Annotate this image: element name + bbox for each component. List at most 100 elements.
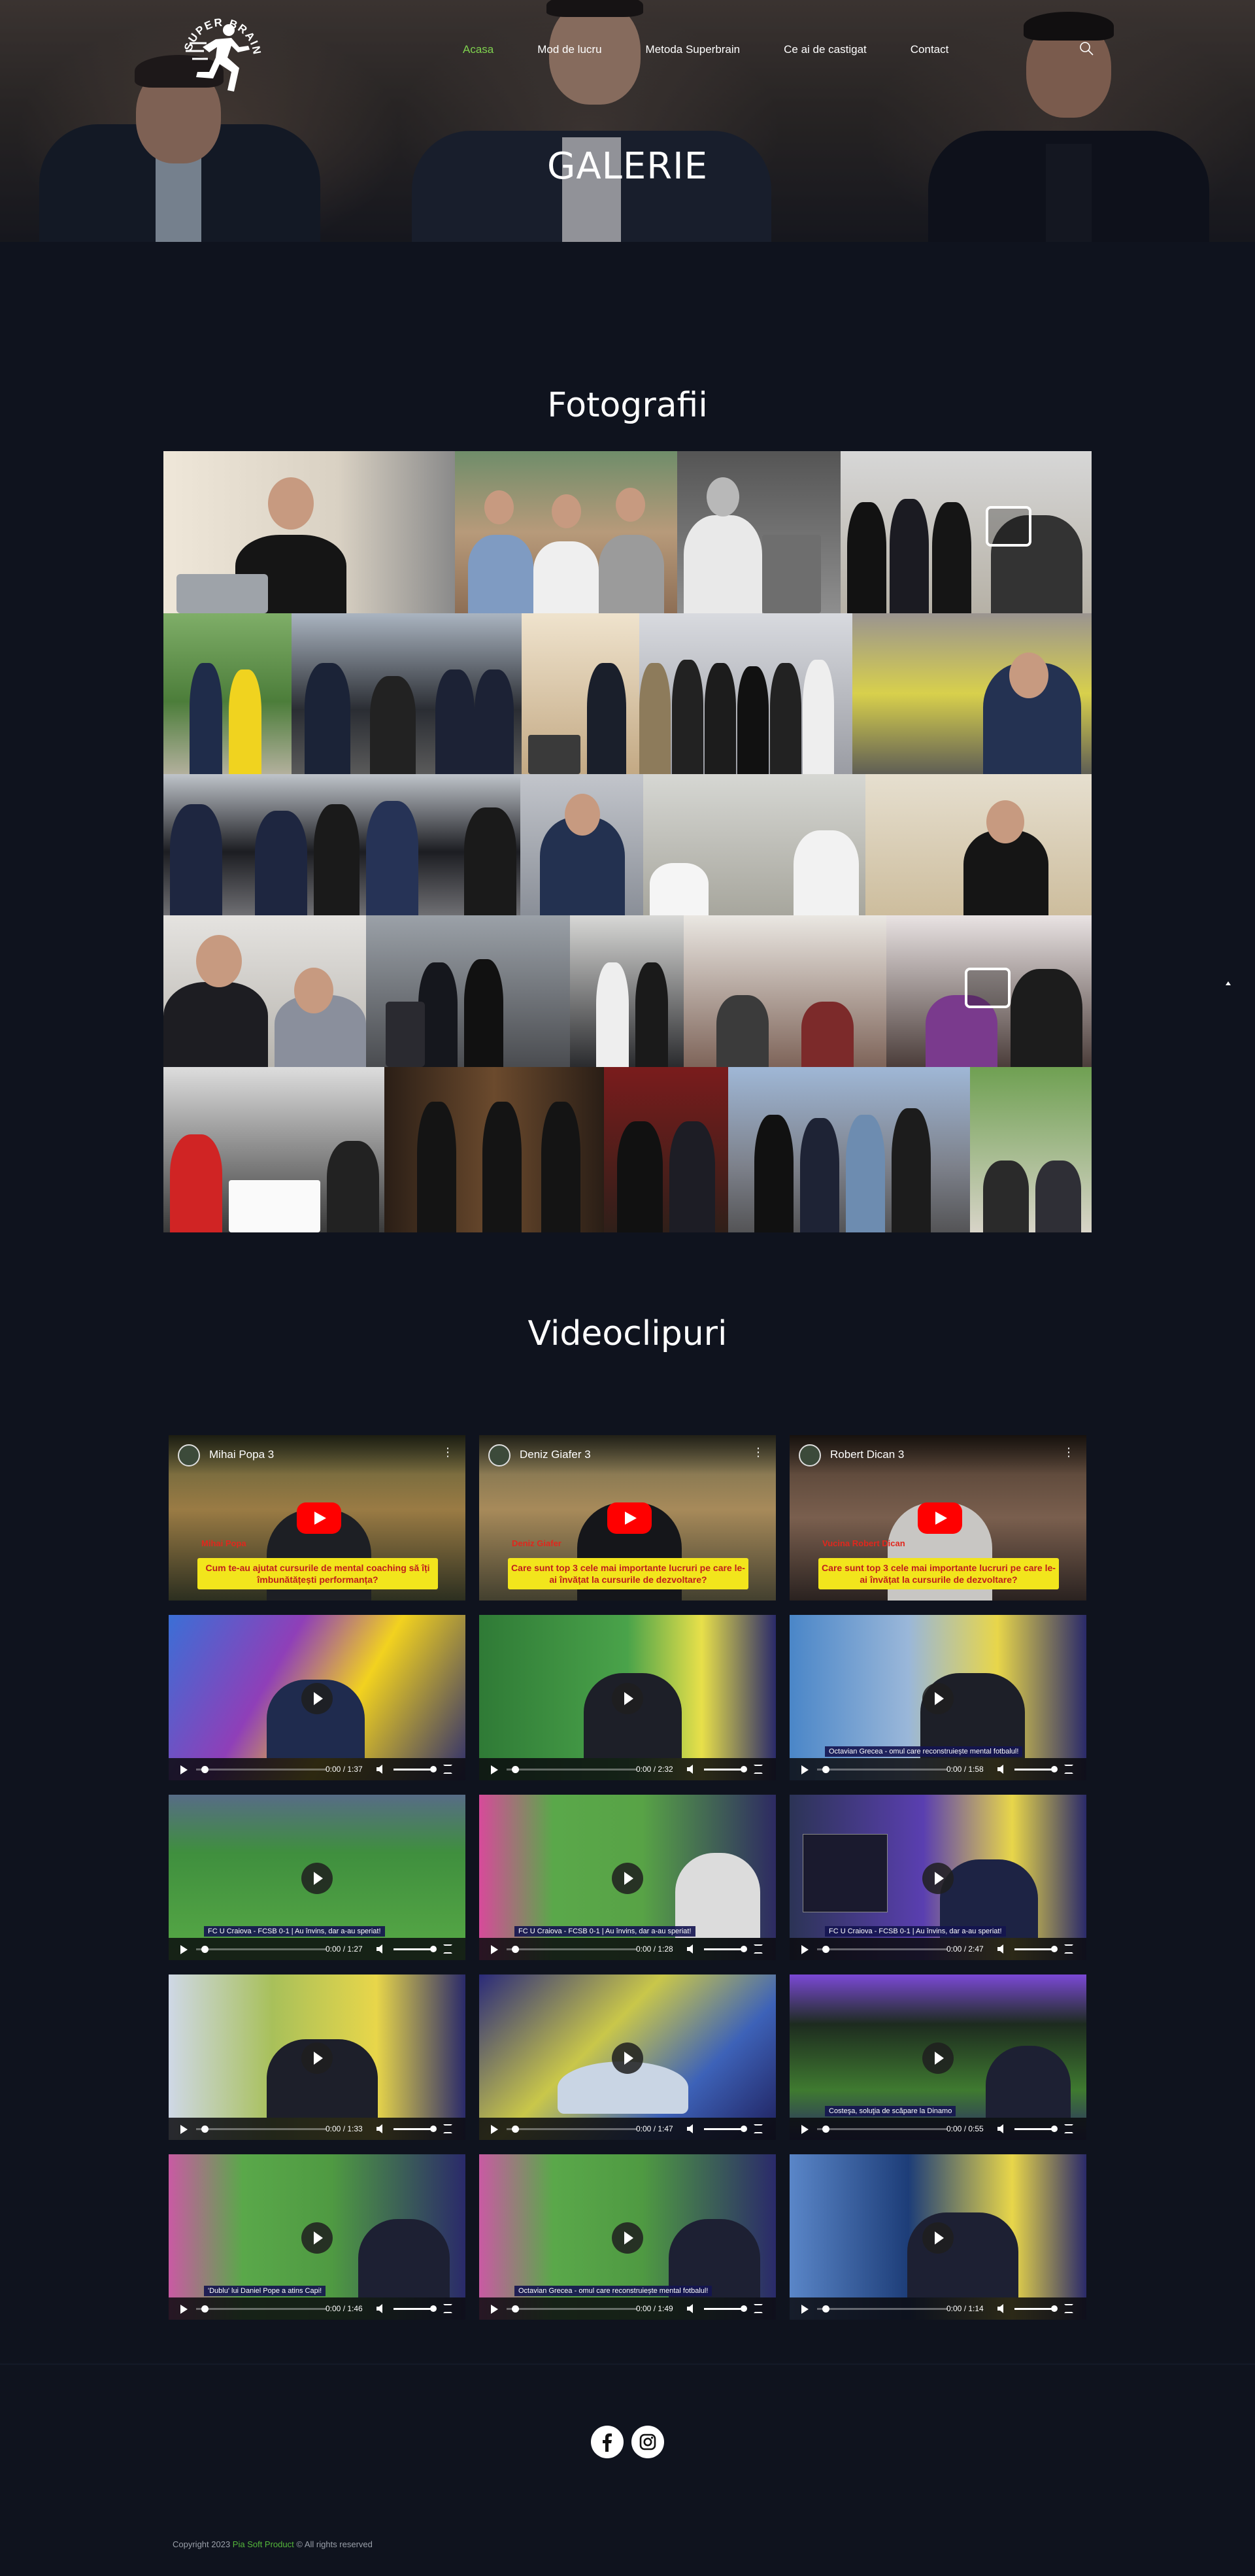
- volume-slider[interactable]: [393, 2128, 433, 2130]
- video-play-overlay[interactable]: [922, 2222, 954, 2254]
- channel-avatar[interactable]: [488, 1444, 510, 1466]
- gallery-photo[interactable]: [384, 1067, 604, 1232]
- more-options-icon[interactable]: ⋮: [752, 1446, 764, 1459]
- play-icon[interactable]: [801, 2305, 809, 2314]
- volume-slider[interactable]: [704, 2308, 743, 2310]
- fullscreen-icon[interactable]: [1064, 2304, 1073, 2313]
- progress-bar[interactable]: [196, 2308, 327, 2310]
- channel-avatar[interactable]: [178, 1444, 200, 1466]
- youtube-play-button[interactable]: [607, 1502, 652, 1534]
- video-player[interactable]: FC U Craiova - FCSB 0-1 | Au învins, dar…: [169, 1795, 465, 1960]
- play-icon[interactable]: [491, 1765, 498, 1774]
- gallery-photo[interactable]: [677, 451, 841, 613]
- fullscreen-icon[interactable]: [754, 2304, 763, 2313]
- gallery-photo[interactable]: [852, 613, 1092, 774]
- volume-icon[interactable]: [687, 1944, 697, 1954]
- gallery-photo[interactable]: [570, 915, 684, 1067]
- scroll-to-top-icon[interactable]: [1225, 981, 1231, 987]
- nav-item-mod-de-lucru[interactable]: Mod de lucru: [537, 43, 601, 56]
- play-icon[interactable]: [491, 1945, 498, 1954]
- volume-slider[interactable]: [1014, 1769, 1054, 1771]
- gallery-photo[interactable]: [970, 1067, 1092, 1232]
- video-play-overlay[interactable]: [301, 2042, 333, 2074]
- progress-bar[interactable]: [817, 1769, 948, 1771]
- fullscreen-icon[interactable]: [1064, 2124, 1073, 2133]
- volume-slider[interactable]: [704, 1948, 743, 1950]
- play-icon[interactable]: [801, 1945, 809, 1954]
- video-player[interactable]: 'Dublu' lui Daniel Pope a atins Capi! 0:…: [169, 2154, 465, 2320]
- gallery-photo[interactable]: [520, 774, 643, 915]
- more-options-icon[interactable]: ⋮: [1063, 1446, 1075, 1459]
- video-play-overlay[interactable]: [301, 1683, 333, 1714]
- play-icon[interactable]: [180, 1765, 188, 1774]
- video-player[interactable]: 0:00 / 1:14: [790, 2154, 1086, 2320]
- video-play-overlay[interactable]: [612, 1683, 643, 1714]
- volume-icon[interactable]: [997, 1765, 1008, 1774]
- gallery-photo[interactable]: [643, 774, 865, 915]
- progress-bar[interactable]: [817, 1948, 948, 1950]
- play-icon[interactable]: [180, 2305, 188, 2314]
- play-icon[interactable]: [801, 2125, 809, 2134]
- video-player[interactable]: 0:00 / 1:47: [479, 1974, 776, 2140]
- gallery-photo[interactable]: [163, 774, 520, 915]
- search-icon[interactable]: [1079, 41, 1094, 56]
- gallery-photo[interactable]: [522, 613, 639, 774]
- play-icon[interactable]: [801, 1765, 809, 1774]
- copyright-brand-link[interactable]: Pia Soft Product: [233, 2539, 294, 2549]
- fullscreen-icon[interactable]: [1064, 1944, 1073, 1954]
- nav-item-contact[interactable]: Contact: [911, 43, 949, 56]
- youtube-video[interactable]: Deniz Giafer 3 ⋮ Deniz Giafer Care sunt …: [479, 1435, 776, 1601]
- video-play-overlay[interactable]: [922, 1863, 954, 1894]
- fullscreen-icon[interactable]: [443, 1944, 452, 1954]
- play-icon[interactable]: [491, 2125, 498, 2134]
- gallery-photo[interactable]: [163, 451, 455, 613]
- volume-icon[interactable]: [997, 2304, 1008, 2313]
- volume-icon[interactable]: [997, 1944, 1008, 1954]
- progress-bar[interactable]: [817, 2128, 948, 2130]
- volume-icon[interactable]: [687, 2124, 697, 2133]
- video-play-overlay[interactable]: [612, 2042, 643, 2074]
- fullscreen-icon[interactable]: [754, 1944, 763, 1954]
- video-play-overlay[interactable]: [612, 1863, 643, 1894]
- gallery-photo[interactable]: [292, 613, 522, 774]
- play-icon[interactable]: [180, 1945, 188, 1954]
- gallery-photo[interactable]: [366, 915, 570, 1067]
- volume-icon[interactable]: [687, 1765, 697, 1774]
- instagram-icon[interactable]: [631, 2426, 664, 2458]
- youtube-play-button[interactable]: [918, 1502, 962, 1534]
- fullscreen-icon[interactable]: [443, 2304, 452, 2313]
- progress-bar[interactable]: [196, 1769, 327, 1771]
- volume-slider[interactable]: [1014, 2128, 1054, 2130]
- more-options-icon[interactable]: ⋮: [442, 1446, 454, 1459]
- volume-icon[interactable]: [376, 1765, 387, 1774]
- progress-bar[interactable]: [507, 1769, 637, 1771]
- video-player[interactable]: FC U Craiova - FCSB 0-1 | Au învins, dar…: [790, 1795, 1086, 1960]
- volume-icon[interactable]: [687, 2304, 697, 2313]
- volume-icon[interactable]: [376, 2124, 387, 2133]
- progress-bar[interactable]: [507, 1948, 637, 1950]
- video-player[interactable]: Costeşa, soluţia de scăpare la Dinamo 0:…: [790, 1974, 1086, 2140]
- video-play-overlay[interactable]: [612, 2222, 643, 2254]
- volume-icon[interactable]: [997, 2124, 1008, 2133]
- youtube-video[interactable]: Robert Dican 3 ⋮ Vucina Robert Dican Car…: [790, 1435, 1086, 1601]
- gallery-photo[interactable]: [841, 451, 1092, 613]
- facebook-icon[interactable]: [591, 2426, 624, 2458]
- fullscreen-icon[interactable]: [754, 2124, 763, 2133]
- super-brain-logo[interactable]: SUPER BRAIN: [176, 5, 268, 97]
- volume-icon[interactable]: [376, 2304, 387, 2313]
- video-player[interactable]: 0:00 / 2:32: [479, 1615, 776, 1780]
- gallery-photo[interactable]: [865, 774, 1092, 915]
- video-title[interactable]: Robert Dican 3: [830, 1448, 904, 1461]
- progress-bar[interactable]: [196, 1948, 327, 1950]
- video-player[interactable]: 0:00 / 1:33: [169, 1974, 465, 2140]
- video-play-overlay[interactable]: [301, 1863, 333, 1894]
- gallery-photo[interactable]: [886, 915, 1092, 1067]
- gallery-photo[interactable]: [604, 1067, 728, 1232]
- video-player[interactable]: Octavian Grecea - omul care reconstruieș…: [790, 1615, 1086, 1780]
- nav-item-metoda-superbrain[interactable]: Metoda Superbrain: [646, 43, 741, 56]
- volume-slider[interactable]: [704, 1769, 743, 1771]
- fullscreen-icon[interactable]: [754, 1765, 763, 1774]
- video-player[interactable]: Octavian Grecea - omul care reconstruieș…: [479, 2154, 776, 2320]
- video-player[interactable]: FC U Craiova - FCSB 0-1 | Au învins, dar…: [479, 1795, 776, 1960]
- video-play-overlay[interactable]: [922, 1683, 954, 1714]
